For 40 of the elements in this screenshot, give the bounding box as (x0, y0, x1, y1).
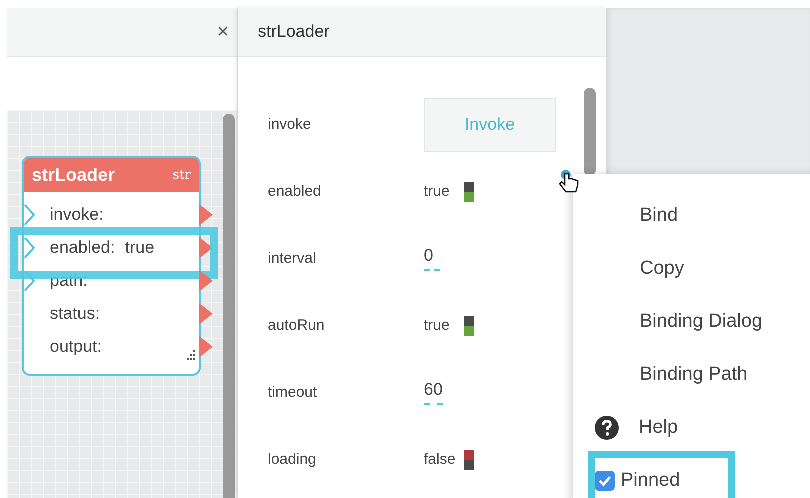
property-label: enabled (268, 183, 322, 200)
property-label: interval (268, 250, 318, 267)
node-title: strLoader (32, 164, 116, 186)
scrollbar[interactable] (223, 114, 235, 498)
panel-title: strLoader (258, 22, 330, 42)
node-type-label: str (172, 168, 191, 182)
port-label: invoke: (50, 204, 104, 224)
output-port-icon[interactable] (199, 303, 213, 325)
input-port-icon[interactable] (24, 238, 36, 258)
property-value: false (424, 451, 457, 468)
property-label: loading (268, 451, 318, 468)
property-value: true (424, 317, 451, 334)
number-field[interactable]: 60 (424, 380, 443, 405)
toggle-switch[interactable] (464, 450, 474, 470)
checkbox[interactable] (595, 470, 615, 490)
property-label: timeout (268, 384, 318, 401)
scrollbar[interactable] (584, 88, 596, 176)
property-value: true (424, 183, 451, 200)
port-value: true (125, 238, 155, 258)
output-port-icon[interactable] (199, 270, 213, 292)
output-port-icon[interactable] (199, 237, 213, 259)
menu-item[interactable]: Binding Dialog (573, 295, 810, 348)
port-label: output: (50, 336, 102, 356)
port-label: status: (50, 304, 100, 324)
property-label: autoRun (268, 317, 326, 334)
property-label: invoke (268, 116, 312, 133)
resize-grip-icon[interactable] (185, 350, 195, 360)
input-port-icon[interactable] (24, 205, 36, 225)
help-icon (595, 416, 619, 440)
toggle-switch[interactable] (464, 316, 474, 336)
port-label: enabled: (50, 238, 116, 258)
menu-item[interactable]: Help (573, 401, 810, 454)
close-button[interactable]: × (213, 18, 233, 46)
number-field[interactable]: 0 (424, 246, 440, 271)
menu-item[interactable]: Copy (573, 242, 810, 295)
menu-item[interactable]: Pinned (573, 454, 810, 498)
menu-item[interactable]: Binding Path (573, 348, 810, 401)
menu-item[interactable]: Bind (573, 189, 810, 242)
toggle-switch[interactable] (464, 182, 474, 202)
output-port-icon[interactable] (199, 204, 213, 226)
